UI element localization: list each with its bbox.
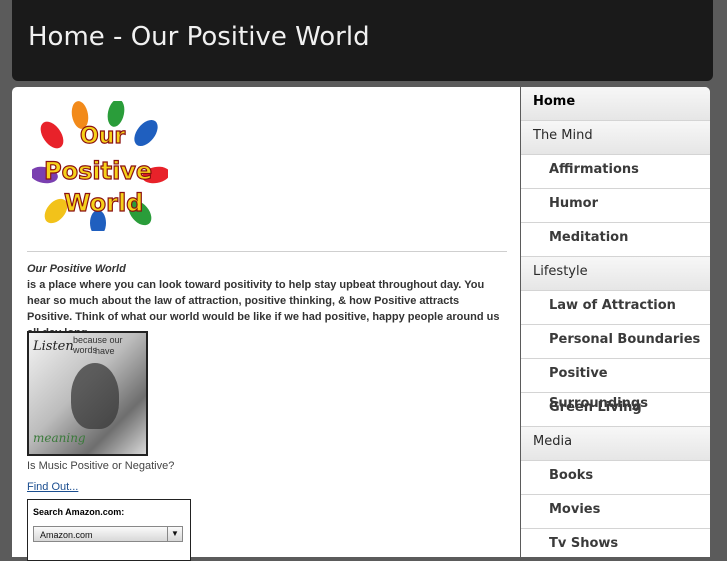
nav-item-media[interactable]: Media (521, 427, 710, 461)
nav-item-movies[interactable]: Movies (521, 495, 710, 529)
photo-text-have: have (95, 346, 115, 356)
amazon-search-widget: Search Amazon.com: Amazon.com ▼ (27, 499, 191, 561)
listen-photo[interactable]: Listen because our words have meaning (27, 331, 148, 456)
find-out-link[interactable]: Find Out... (27, 481, 78, 493)
main-content: Our Positive World Our Positive World is… (12, 87, 520, 561)
intro-title: Our Positive World (27, 263, 126, 275)
content-divider (27, 251, 507, 252)
nav-item-positive-surroundings[interactable]: Positive Surroundings (521, 359, 710, 411)
nav-item-green-living[interactable]: Green Living (521, 393, 710, 427)
nav-item-meditation[interactable]: Meditation (521, 223, 710, 257)
nav-item-lifestyle[interactable]: Lifestyle (521, 257, 710, 291)
site-header: Home - Our Positive World (12, 0, 713, 81)
nav-item-affirmations[interactable]: Affirmations (521, 155, 710, 189)
page-title: Home - Our Positive World (28, 22, 370, 52)
photo-text-listen: Listen (33, 339, 74, 354)
site-logo[interactable]: Our Positive World (32, 101, 168, 231)
chevron-down-icon[interactable]: ▼ (167, 527, 182, 541)
amazon-store-select[interactable]: Amazon.com ▼ (33, 526, 183, 542)
nav-item-tv-shows[interactable]: Tv Shows (521, 529, 710, 557)
nav-item-home[interactable]: Home (521, 87, 710, 121)
nav-item-the-mind[interactable]: The Mind (521, 121, 710, 155)
music-caption: Is Music Positive or Negative? (27, 460, 175, 472)
logo-word-world: World (64, 189, 143, 217)
nav-item-humor[interactable]: Humor (521, 189, 710, 223)
photo-text-meaning: meaning (33, 431, 86, 445)
amazon-store-selected: Amazon.com (40, 530, 93, 540)
nav-item-books[interactable]: Books (521, 461, 710, 495)
nav-item-law-of-attraction[interactable]: Law of Attraction (521, 291, 710, 325)
amazon-search-label: Search Amazon.com: (33, 507, 125, 517)
nav-item-personal-boundaries[interactable]: Personal Boundaries (521, 325, 710, 359)
photo-figure (71, 363, 119, 429)
logo-word-positive: Positive (44, 157, 152, 185)
sidebar-nav: Home The Mind Affirmations Humor Meditat… (521, 87, 710, 557)
logo-word-our: Our (80, 124, 125, 149)
